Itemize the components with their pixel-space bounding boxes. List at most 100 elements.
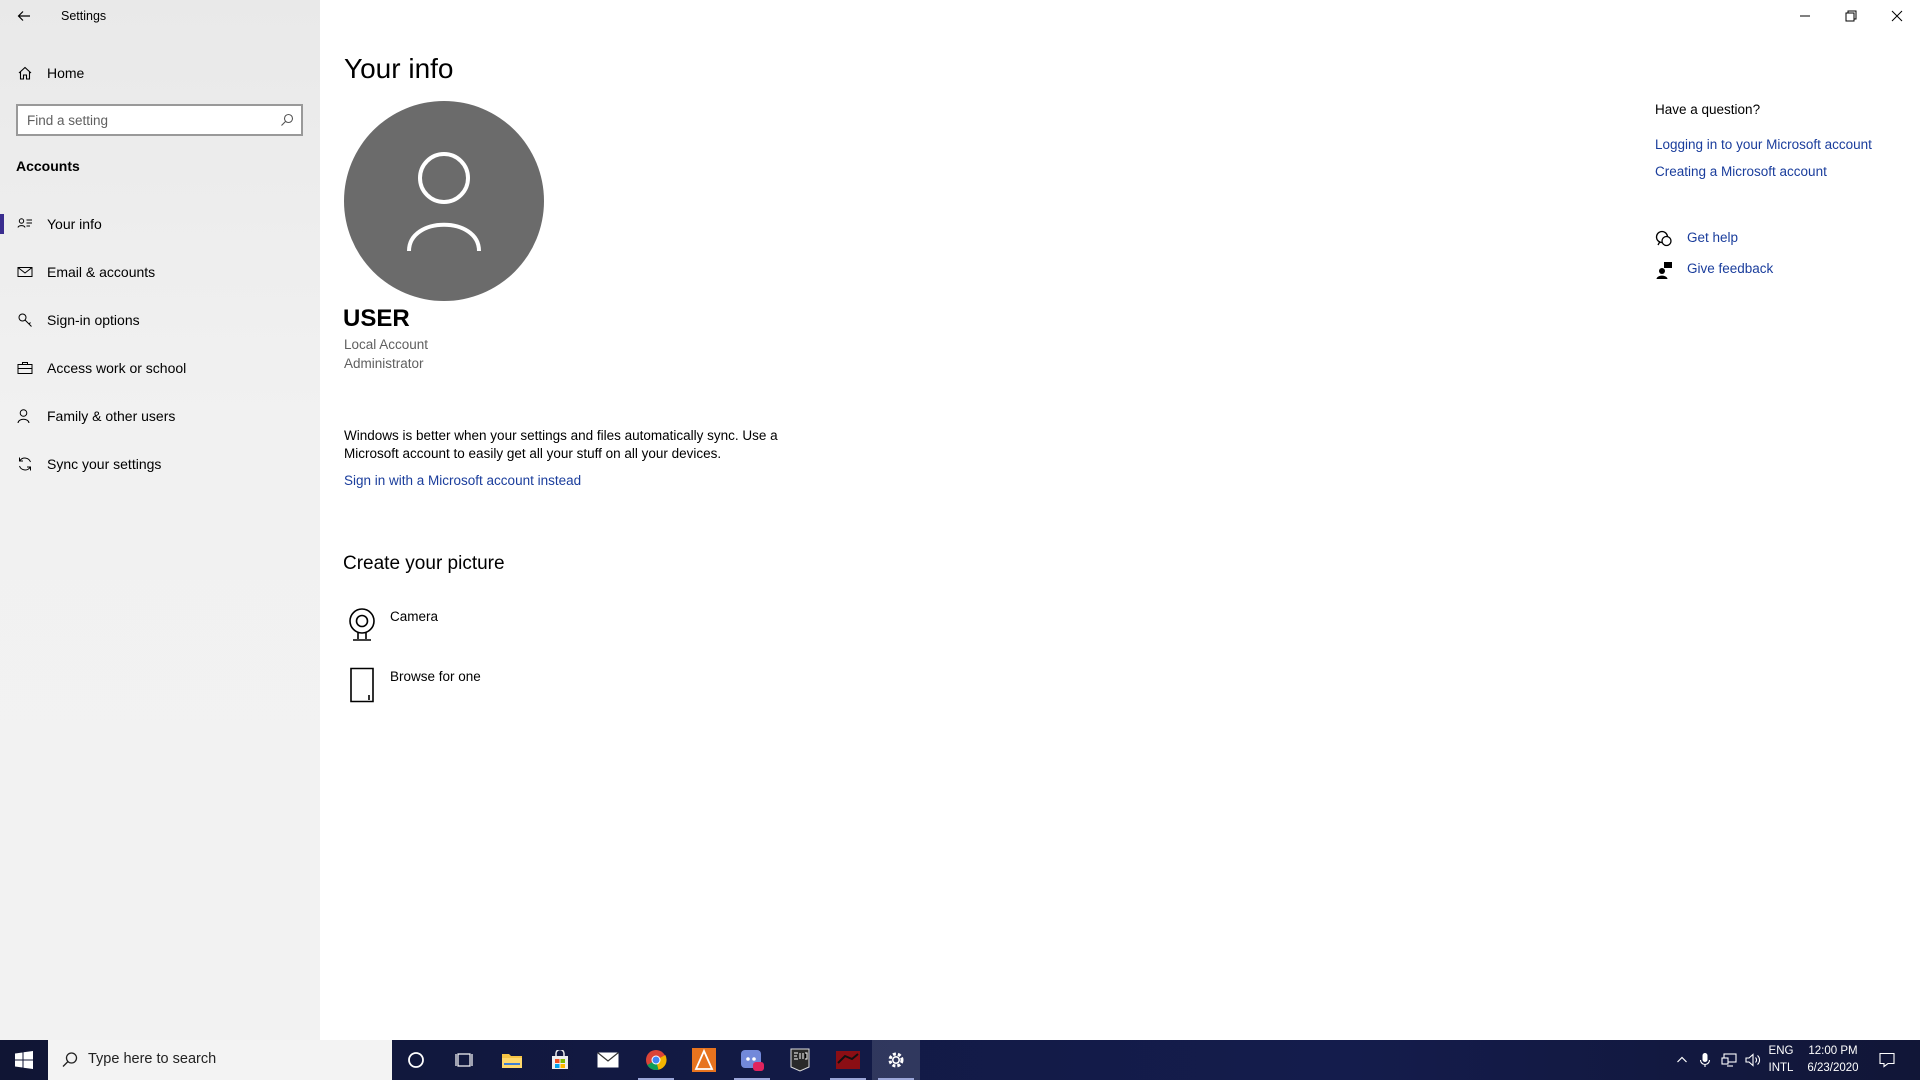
file-explorer-icon: [502, 1054, 522, 1068]
nav-home-label: Home: [47, 65, 85, 81]
search-icon: [62, 1052, 78, 1067]
clock[interactable]: 12:00 PM 6/23/2020: [1795, 1043, 1871, 1077]
cortana-icon: [408, 1052, 424, 1068]
microphone-icon: [1699, 1053, 1711, 1067]
account-type: Local Account: [344, 337, 429, 352]
nav-list: Your info Email & accounts Sign-in optio…: [0, 200, 320, 488]
store-icon: [552, 1050, 568, 1069]
clock-time: 12:00 PM: [1808, 1045, 1858, 1057]
sync-icon: [16, 455, 34, 473]
action-center-button[interactable]: [1872, 1040, 1902, 1080]
restore-button[interactable]: [1828, 0, 1874, 32]
nav-item-label: Sign-in options: [47, 312, 140, 328]
home-icon: [16, 64, 34, 82]
back-arrow-icon: [17, 11, 30, 21]
settings-icon: [888, 1052, 904, 1068]
sync-description: Windows is better when your settings and…: [344, 428, 778, 461]
store-button[interactable]: [536, 1040, 584, 1080]
settings-taskbar-button[interactable]: [872, 1040, 920, 1080]
key-icon: [16, 311, 34, 329]
task-view-button[interactable]: [440, 1040, 488, 1080]
account-role: Administrator: [344, 356, 424, 371]
epic-games-button[interactable]: [776, 1040, 824, 1080]
nav-item-label: Your info: [47, 216, 102, 232]
camera-icon: [344, 605, 380, 645]
cortana-button[interactable]: [392, 1040, 440, 1080]
main-content: Your info USER Local Account Administrat…: [320, 0, 1920, 1040]
microphone-button[interactable]: [1694, 1040, 1716, 1080]
volume-button[interactable]: [1742, 1040, 1764, 1080]
chat-help-icon: [1655, 230, 1672, 247]
search-input[interactable]: [27, 110, 267, 130]
chrome-button[interactable]: [632, 1040, 680, 1080]
person-card-icon: [16, 215, 34, 233]
language-indicator[interactable]: ENG INTL: [1766, 1043, 1796, 1077]
nav-item-sync-settings[interactable]: Sync your settings: [0, 440, 320, 488]
nav-item-label: Family & other users: [47, 408, 176, 424]
discord-icon: [741, 1050, 764, 1071]
camera-option[interactable]: Camera: [344, 605, 564, 649]
person-add-icon: [16, 407, 34, 425]
give-feedback-link[interactable]: Give feedback: [1687, 261, 1773, 276]
settings-search: [16, 104, 303, 136]
taskbar-search[interactable]: Type here to search: [48, 1040, 392, 1080]
nav-item-your-info[interactable]: Your info: [0, 200, 320, 248]
red-app-button[interactable]: [824, 1040, 872, 1080]
nav-home[interactable]: Home: [0, 56, 320, 90]
close-button[interactable]: [1874, 0, 1920, 32]
get-help-row: Get help: [1655, 228, 1855, 250]
nav-item-access-work-school[interactable]: Access work or school: [0, 344, 320, 392]
vlc-button[interactable]: [680, 1040, 728, 1080]
user-name: USER: [343, 305, 410, 332]
task-view-icon: [455, 1053, 473, 1067]
minimize-icon: [1800, 15, 1810, 17]
mail-icon: [597, 1052, 619, 1068]
epic-games-icon: [790, 1048, 810, 1072]
chevron-up-icon: [1677, 1056, 1687, 1063]
back-button[interactable]: [8, 0, 40, 32]
minimize-button[interactable]: [1782, 0, 1828, 32]
navigation-pane: Settings Home Accounts Your info: [0, 0, 320, 1040]
file-icon: [344, 665, 380, 705]
discord-button[interactable]: [728, 1040, 776, 1080]
nav-item-label: Email & accounts: [47, 264, 156, 280]
nav-item-email-accounts[interactable]: Email & accounts: [0, 248, 320, 296]
network-button[interactable]: [1718, 1040, 1740, 1080]
section-title: Accounts: [16, 158, 80, 174]
search-icon[interactable]: [279, 112, 295, 128]
show-hidden-icons-button[interactable]: [1672, 1040, 1692, 1080]
network-icon: [1721, 1053, 1737, 1067]
windows-logo-icon: [15, 1051, 33, 1069]
briefcase-icon: [16, 359, 34, 377]
red-app-icon: [836, 1051, 860, 1069]
taskbar-search-text: Type here to search: [88, 1051, 217, 1067]
give-feedback-row: Give feedback: [1655, 259, 1855, 281]
title-bar: Settings: [0, 0, 320, 32]
app-title: Settings: [61, 9, 107, 23]
nav-item-family-users[interactable]: Family & other users: [0, 392, 320, 440]
help-link-create-account[interactable]: Creating a Microsoft account: [1655, 164, 1827, 179]
language-code: ENG: [1768, 1045, 1794, 1057]
keyboard-layout: INTL: [1768, 1062, 1794, 1074]
user-silhouette-icon: [407, 152, 481, 252]
nav-item-sign-in-options[interactable]: Sign-in options: [0, 296, 320, 344]
create-picture-title: Create your picture: [343, 553, 505, 574]
mail-button[interactable]: [584, 1040, 632, 1080]
file-explorer-button[interactable]: [488, 1040, 536, 1080]
help-question: Have a question?: [1655, 102, 1761, 117]
ms-account-link[interactable]: Sign in with a Microsoft account instead: [344, 473, 581, 488]
nav-item-label: Sync your settings: [47, 456, 162, 472]
close-icon: [1891, 10, 1903, 22]
page-title: Your info: [344, 53, 454, 84]
taskbar: Type here to search ENG INTL 12:00 PM 6/…: [0, 1040, 1920, 1080]
settings-window: Settings Home Accounts Your info: [0, 0, 1920, 1080]
help-link-logging-in[interactable]: Logging in to your Microsoft account: [1655, 137, 1872, 152]
feedback-icon: [1656, 262, 1672, 279]
notification-icon: [1879, 1052, 1895, 1068]
camera-label: Camera: [390, 609, 439, 624]
browse-label: Browse for one: [390, 669, 481, 684]
vlc-icon: [692, 1048, 716, 1072]
get-help-link[interactable]: Get help: [1687, 230, 1738, 245]
start-button[interactable]: [0, 1040, 48, 1080]
browse-option[interactable]: Browse for one: [344, 665, 564, 709]
